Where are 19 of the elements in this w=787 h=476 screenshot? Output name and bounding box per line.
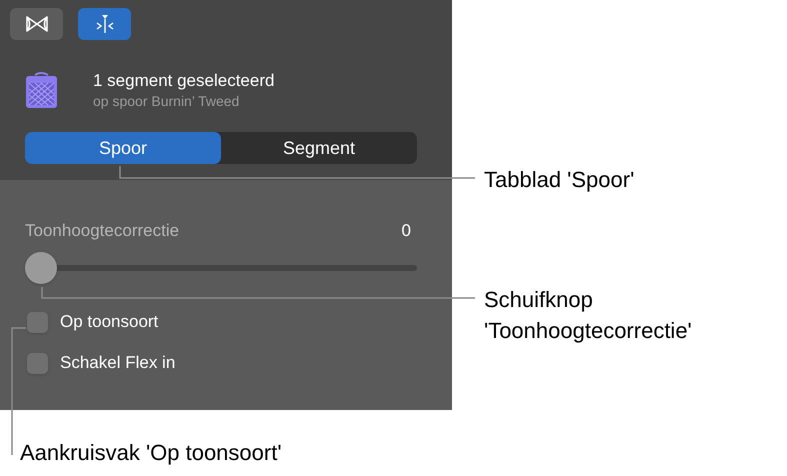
- callout-label: Aankruisvak 'Op toonsoort': [20, 439, 282, 467]
- tab[interactable]: Segment: [221, 132, 417, 164]
- checkbox-label: Op toonsoort: [60, 311, 158, 334]
- track-subtitle: op spoor Burnin’ Tweed: [93, 92, 240, 110]
- callout-label: Schuifknop 'Toonhoogtecorrectie': [484, 286, 692, 345]
- callout-label: Tabblad 'Spoor': [484, 166, 634, 194]
- toolbar-button[interactable]: [78, 8, 131, 40]
- slider-thumb[interactable]: [25, 252, 57, 284]
- checkbox[interactable]: [27, 352, 48, 374]
- tab[interactable]: Spoor: [25, 132, 221, 164]
- checkbox[interactable]: [27, 312, 48, 332]
- slider-label: Toonhoogtecorrectie: [25, 220, 180, 242]
- amplifier-icon: [25, 71, 58, 109]
- pitch-slider[interactable]: [25, 252, 417, 284]
- bowtie-icon: [24, 15, 50, 33]
- selection-title: 1 segment geselecteerd: [93, 70, 274, 92]
- toolbar-button[interactable]: [10, 8, 63, 40]
- slider-value: 0: [402, 220, 411, 242]
- checkbox-label: Schakel Flex in: [60, 352, 176, 374]
